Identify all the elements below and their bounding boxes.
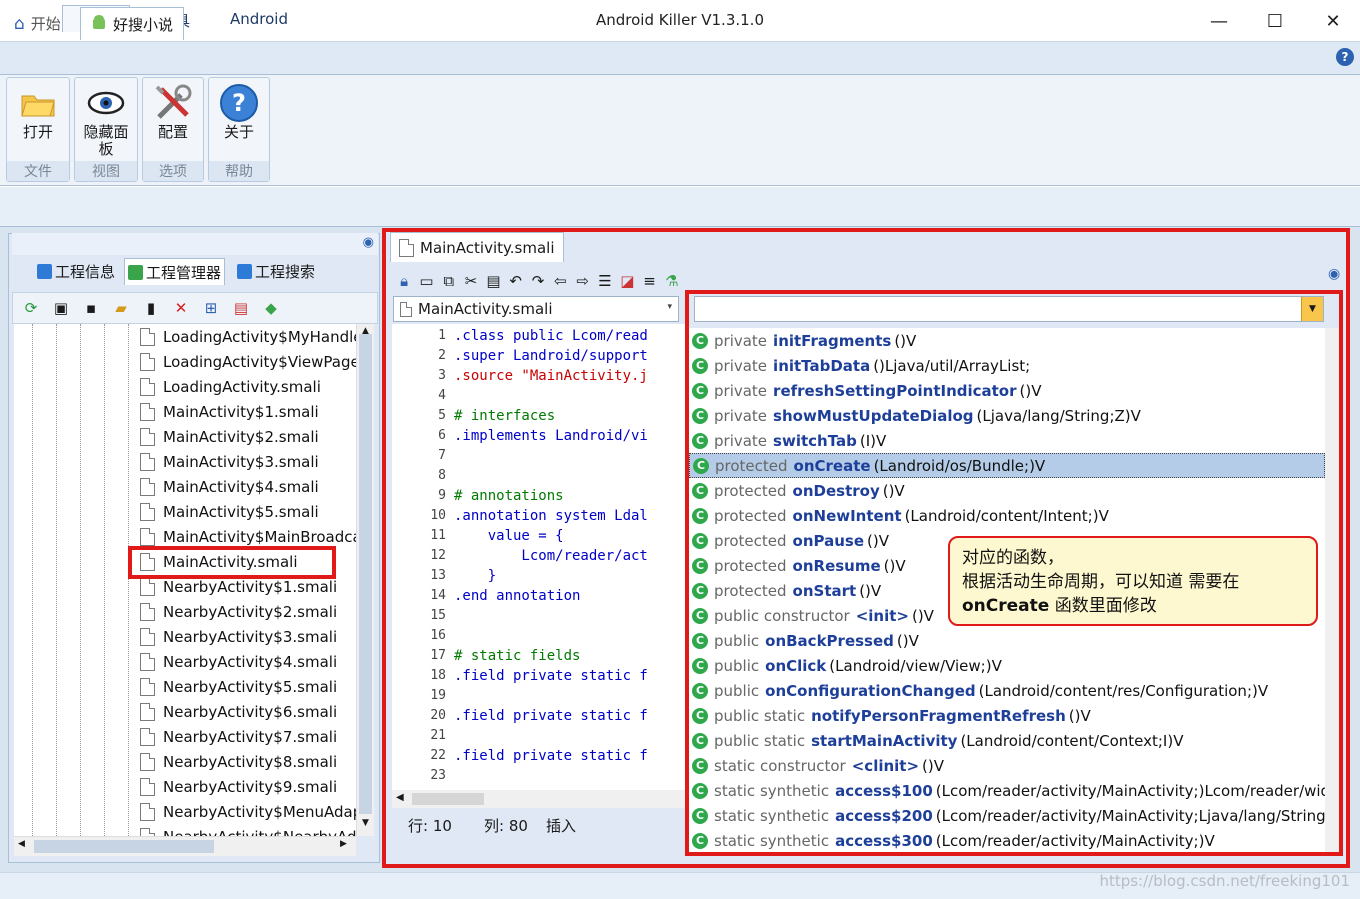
- tree-item[interactable]: MainActivity$5.smali: [140, 499, 319, 524]
- file-icon: [140, 627, 155, 646]
- tree-item[interactable]: LoadingActivity$MyHandle: [140, 324, 356, 349]
- tree-item-label: MainActivity$1.smali: [163, 402, 319, 421]
- tree-item[interactable]: NearbyActivity$5.smali: [140, 674, 337, 699]
- tree-item-label: NearbyActivity$1.smali: [163, 577, 338, 596]
- tree-item-label: LoadingActivity$ViewPage: [163, 352, 356, 371]
- tree-item-label: NearbyActivity$9.smali: [163, 777, 338, 796]
- file-icon: [140, 377, 155, 396]
- file-icon: [140, 677, 155, 696]
- file-icon: [140, 652, 155, 671]
- tree-item[interactable]: MainActivity$2.smali: [140, 424, 319, 449]
- annotation-callout: 对应的函数， 根据活动生命周期，可以知道 需要在 onCreate 函数里面修改: [948, 536, 1318, 626]
- scroll-right-icon[interactable]: ▶: [340, 839, 347, 849]
- tree-item-label: MainActivity$2.smali: [163, 427, 319, 446]
- callout-line-2: 根据活动生命周期，可以知道 需要在: [962, 572, 1240, 592]
- watermark: https://blog.csdn.net/freeking101: [1099, 872, 1350, 890]
- tree-item[interactable]: MainActivity$1.smali: [140, 399, 319, 424]
- file-icon: [140, 827, 155, 836]
- scroll-left-icon[interactable]: ◀: [18, 839, 25, 849]
- help-icon[interactable]: ?: [1336, 48, 1354, 66]
- tree-item-label: NearbyActivity$NearbyAd: [163, 828, 356, 837]
- tree-horizontal-scrollbar[interactable]: ◀ ▶: [14, 836, 356, 856]
- maximize-button[interactable]: ☐: [1252, 6, 1298, 36]
- tree-item[interactable]: NearbyActivity$9.smali: [140, 774, 337, 799]
- file-icon: [140, 402, 155, 421]
- file-icon: [140, 702, 155, 721]
- file-icon: [140, 577, 155, 596]
- minimize-button[interactable]: —: [1196, 6, 1242, 36]
- hscroll-thumb[interactable]: [34, 840, 214, 853]
- panel-eye-icon[interactable]: ◉: [363, 235, 374, 250]
- file-icon: [140, 527, 155, 546]
- file-icon: [140, 727, 155, 746]
- selected-file-highlight: [128, 546, 336, 579]
- callout-line-3: onCreate 函数里面修改: [962, 594, 1304, 618]
- callout-method-name: onCreate: [962, 596, 1050, 616]
- close-button[interactable]: ✕: [1310, 6, 1356, 36]
- tree-item-label: NearbyActivity$4.smali: [163, 652, 338, 671]
- tree-item-label: MainActivity$MainBroadca: [163, 527, 356, 546]
- tree-item[interactable]: NearbyActivity$NearbyAd: [140, 824, 356, 836]
- tree-item[interactable]: NearbyActivity$7.smali: [140, 724, 337, 749]
- tree-item-label: NearbyActivity$MenuAdap: [163, 802, 356, 821]
- scroll-down-icon[interactable]: ▼: [359, 818, 372, 832]
- tree-item[interactable]: NearbyActivity$8.smali: [140, 749, 337, 774]
- file-icon: [140, 602, 155, 621]
- tree-item[interactable]: NearbyActivity$6.smali: [140, 699, 337, 724]
- tree-item[interactable]: NearbyActivity$4.smali: [140, 649, 337, 674]
- callout-line-1: 对应的函数，: [962, 548, 1064, 568]
- file-icon: [140, 777, 155, 796]
- tree-item-label: LoadingActivity.smali: [163, 377, 321, 396]
- file-icon: [140, 352, 155, 371]
- tree-item-label: NearbyActivity$3.smali: [163, 627, 338, 646]
- tree-item-label: NearbyActivity$2.smali: [163, 602, 338, 621]
- file-icon: [140, 502, 155, 521]
- tree-item[interactable]: MainActivity$3.smali: [140, 449, 319, 474]
- file-icon: [140, 752, 155, 771]
- tree-item[interactable]: LoadingActivity.smali: [140, 374, 321, 399]
- tree-item-label: MainActivity$5.smali: [163, 502, 319, 521]
- tree-item-label: MainActivity$3.smali: [163, 452, 319, 471]
- tree-item-label: MainActivity$4.smali: [163, 477, 319, 496]
- callout-line-3-rest: 函数里面修改: [1049, 596, 1157, 616]
- file-icon: [140, 802, 155, 821]
- tree-item-label: NearbyActivity$5.smali: [163, 677, 338, 696]
- file-icon: [140, 477, 155, 496]
- tree-item-label: NearbyActivity$6.smali: [163, 702, 338, 721]
- file-icon: [140, 327, 155, 346]
- tree-item[interactable]: NearbyActivity$3.smali: [140, 624, 337, 649]
- tree-vertical-scrollbar[interactable]: ▲ ▼: [356, 324, 374, 836]
- file-icon: [140, 427, 155, 446]
- tree-item-label: LoadingActivity$MyHandle: [163, 327, 356, 346]
- scroll-thumb[interactable]: [359, 334, 372, 814]
- tree-item[interactable]: NearbyActivity$2.smali: [140, 599, 337, 624]
- tree-item[interactable]: LoadingActivity$ViewPage: [140, 349, 356, 374]
- tree-item[interactable]: NearbyActivity$MenuAdap: [140, 799, 356, 824]
- tree-item-label: NearbyActivity$8.smali: [163, 752, 338, 771]
- tree-item[interactable]: MainActivity$4.smali: [140, 474, 319, 499]
- file-icon: [140, 452, 155, 471]
- tree-item-label: NearbyActivity$7.smali: [163, 727, 338, 746]
